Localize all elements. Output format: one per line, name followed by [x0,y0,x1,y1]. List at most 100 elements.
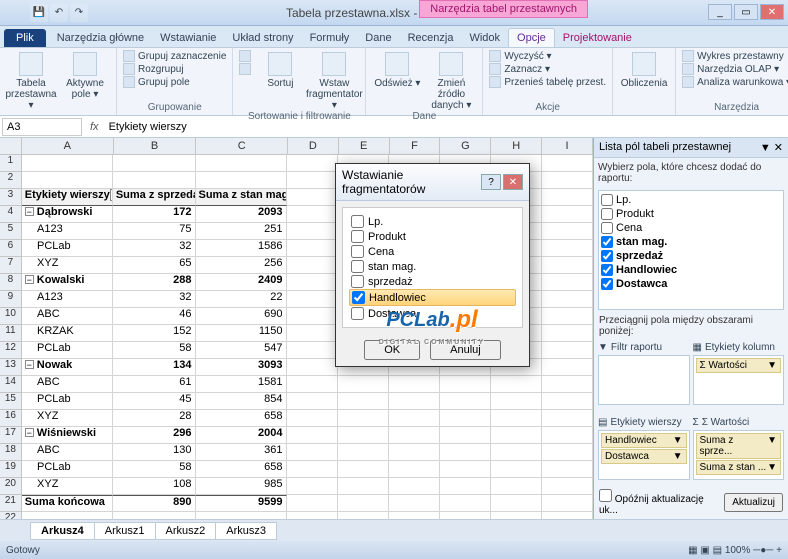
update-button[interactable]: Aktualizuj [724,493,783,512]
table-cell[interactable]: 45 [113,393,196,410]
col-header[interactable]: F [390,138,441,154]
table-cell[interactable]: ABC [22,376,113,393]
sheet-tab-1[interactable]: Arkusz4 [30,522,95,540]
file-tab[interactable]: Plik [4,29,46,47]
table-cell[interactable]: ABC [22,308,113,325]
table-cell[interactable]: 296 [113,427,196,444]
table-cell[interactable]: 108 [113,478,196,495]
table-cell[interactable]: 22 [196,291,287,308]
table-cell[interactable]: 256 [196,257,287,274]
slicer-field-option[interactable]: stan mag. [349,259,516,274]
save-icon[interactable]: 💾 [30,4,48,22]
table-cell[interactable]: 28 [113,410,196,427]
sort-az-button[interactable] [239,50,251,62]
pivot-chart-button[interactable]: Wykres przestawny [682,50,788,62]
sheet-tab-4[interactable]: Arkusz3 [215,522,277,540]
tab-layout[interactable]: Układ strony [224,29,301,47]
table-cell[interactable]: XYZ [22,478,113,495]
name-box[interactable]: A3 [2,118,82,136]
calculations-button[interactable]: Obliczenia [619,50,669,89]
redo-icon[interactable]: ↷ [70,4,88,22]
defer-update-checkbox[interactable]: Opóźnij aktualizację uk... [599,489,724,516]
table-cell[interactable]: −Nowak [22,359,113,376]
tab-view[interactable]: Widok [461,29,508,47]
table-cell[interactable]: 361 [196,444,287,461]
group-selection-button[interactable]: Grupuj zaznaczenie [123,50,226,62]
table-cell[interactable] [22,512,113,519]
table-cell[interactable]: 985 [196,478,287,495]
move-button[interactable]: Przenieś tabelę przest. [489,76,606,88]
formula-content[interactable]: Etykiety wierszy [105,119,191,135]
table-cell[interactable]: 2004 [196,427,287,444]
table-cell[interactable]: PCLab [22,240,113,257]
pivot-table-button[interactable]: Tabela przestawna ▾ [6,50,56,111]
table-cell[interactable]: 890 [113,495,196,512]
olap-tools-button[interactable]: Narzędzia OLAP ▾ [682,63,788,75]
close-button[interactable]: ✕ [760,4,784,20]
area-item[interactable]: Handlowiec▼ [601,433,687,448]
tab-formulas[interactable]: Formuły [302,29,358,47]
table-cell[interactable] [196,512,287,519]
table-cell[interactable]: −Kowalski [22,274,113,291]
table-cell[interactable]: PCLab [22,461,113,478]
table-cell[interactable]: 46 [113,308,196,325]
pivot-field-checkbox[interactable]: Dostawca [601,277,781,291]
area-item[interactable]: Suma z sprze...▼ [696,433,782,459]
table-cell[interactable]: PCLab [22,393,113,410]
table-cell[interactable]: 58 [113,461,196,478]
table-cell[interactable]: A123 [22,223,113,240]
area-item[interactable]: Dostawca▼ [601,449,687,464]
table-cell[interactable]: 130 [113,444,196,461]
table-cell[interactable]: XYZ [22,257,113,274]
slicer-field-option[interactable]: Produkt [349,229,516,244]
dialog-close-button[interactable]: ✕ [503,174,523,190]
table-cell[interactable]: ABC [22,444,113,461]
select-button[interactable]: Zaznacz ▾ [489,63,606,75]
rows-area[interactable]: Handlowiec▼Dostawca▼ [598,430,690,480]
clear-button[interactable]: Wyczyść ▾ [489,50,606,62]
group-field-button[interactable]: Grupuj pole [123,76,226,88]
col-header[interactable]: C [196,138,287,154]
table-cell[interactable]: 172 [113,206,196,223]
minimize-button[interactable]: _ [708,4,732,20]
col-header[interactable]: B [114,138,197,154]
fx-label[interactable]: fx [84,121,105,133]
table-cell[interactable]: 32 [113,291,196,308]
area-item[interactable]: Σ Wartości▼ [696,358,782,373]
tab-home[interactable]: Narzędzia główne [49,29,152,47]
table-cell[interactable]: 658 [196,461,287,478]
col-header[interactable]: A [22,138,113,154]
table-cell[interactable]: 854 [196,393,287,410]
pivot-field-checkbox[interactable]: Cena [601,221,781,235]
table-cell[interactable]: XYZ [22,410,113,427]
sort-button[interactable]: Sortuj [255,50,305,89]
table-cell[interactable]: 547 [196,342,287,359]
table-cell[interactable] [113,512,196,519]
table-cell[interactable]: 2409 [196,274,287,291]
table-cell[interactable]: KRZAK [22,325,113,342]
slicer-field-option[interactable]: sprzedaż [349,274,516,289]
table-cell[interactable]: 75 [113,223,196,240]
pivot-row-label-header[interactable]: Etykiety wierszy▼ [22,189,113,206]
table-cell[interactable]: 288 [113,274,196,291]
area-item[interactable]: Suma z stan ...▼ [696,460,782,475]
pivot-field-checkbox[interactable]: stan mag. [601,235,781,249]
col-header[interactable]: D [288,138,339,154]
sheet-tab-3[interactable]: Arkusz2 [155,522,217,540]
dialog-help-button[interactable]: ? [481,174,501,190]
field-list-close-icon[interactable]: ▼ ✕ [760,141,783,154]
tab-options[interactable]: Opcje [508,28,555,47]
slicer-field-option[interactable]: Cena [349,244,516,259]
table-cell[interactable]: 61 [113,376,196,393]
maximize-button[interactable]: ▭ [734,4,758,20]
table-cell[interactable]: 690 [196,308,287,325]
table-cell[interactable]: 2093 [196,206,287,223]
table-cell[interactable]: −Dąbrowski [22,206,113,223]
table-cell[interactable]: 58 [113,342,196,359]
col-header[interactable]: H [491,138,542,154]
sheet-tab-2[interactable]: Arkusz1 [94,522,156,540]
tab-design[interactable]: Projektowanie [555,29,640,47]
table-cell[interactable]: −Wiśniewski [22,427,113,444]
table-cell[interactable]: 134 [113,359,196,376]
table-cell[interactable]: A123 [22,291,113,308]
